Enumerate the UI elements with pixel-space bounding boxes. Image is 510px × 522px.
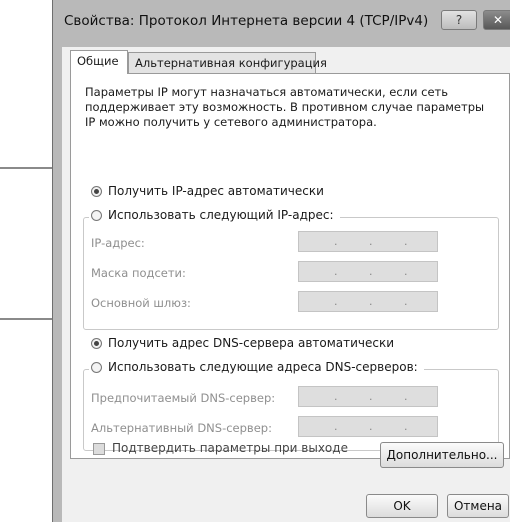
dns-manual-radio[interactable] xyxy=(91,361,102,373)
dialog-body: Общие Альтернативная конфигурация Параме… xyxy=(62,47,510,522)
ip-manual-label: Использовать следующий IP-адрес: xyxy=(108,208,334,222)
gateway-input[interactable]: ... xyxy=(298,291,438,312)
ok-button[interactable]: OK xyxy=(366,494,438,518)
dialog-window: Свойства: Протокол Интернета версии 4 (T… xyxy=(52,0,510,522)
validate-checkbox[interactable] xyxy=(93,443,105,455)
preferred-dns-input[interactable]: ... xyxy=(298,386,438,407)
window-title: Свойства: Протокол Интернета версии 4 (T… xyxy=(64,13,429,29)
dns-auto-option[interactable]: Получить адрес DNS-сервера автоматически xyxy=(91,336,394,350)
ip-auto-option[interactable]: Получить IP-адрес автоматически xyxy=(91,184,324,198)
close-button[interactable]: ✕ xyxy=(483,10,510,30)
ip-address-label: IP-адрес: xyxy=(91,236,145,250)
dns-auto-label: Получить адрес DNS-сервера автоматически xyxy=(108,336,395,350)
dns-manual-group xyxy=(83,369,499,451)
help-button[interactable]: ? xyxy=(441,10,477,30)
ip-address-input[interactable]: ... xyxy=(298,231,438,252)
alternate-dns-label: Альтернативный DNS-сервер: xyxy=(91,421,272,435)
tab-page-general: Параметры IP могут назначаться автоматич… xyxy=(70,73,510,459)
gateway-label: Основной шлюз: xyxy=(91,296,191,310)
validate-label: Подтвердить параметры при выходе xyxy=(112,441,348,455)
ip-auto-label: Получить IP-адрес автоматически xyxy=(108,184,324,198)
advanced-button[interactable]: Дополнительно... xyxy=(380,442,504,468)
cancel-button[interactable]: Отмена xyxy=(447,494,509,518)
alternate-dns-input[interactable]: ... xyxy=(298,416,438,437)
dns-manual-option[interactable]: Использовать следующие адреса DNS-сервер… xyxy=(89,360,424,374)
dns-manual-label: Использовать следующие адреса DNS-сервер… xyxy=(108,360,418,374)
subnet-mask-label: Маска подсети: xyxy=(91,266,186,280)
preferred-dns-label: Предпочитаемый DNS-сервер: xyxy=(91,391,276,405)
ip-manual-radio[interactable] xyxy=(91,209,102,221)
dns-auto-radio[interactable] xyxy=(91,337,102,349)
tab-general[interactable]: Общие xyxy=(70,50,128,74)
title-bar[interactable]: Свойства: Протокол Интернета версии 4 (T… xyxy=(53,0,510,44)
close-icon: ✕ xyxy=(492,13,504,27)
description-text: Параметры IP могут назначаться автоматич… xyxy=(85,85,485,129)
ip-manual-option[interactable]: Использовать следующий IP-адрес: xyxy=(89,208,340,222)
tab-alternate-config[interactable]: Альтернативная конфигурация xyxy=(128,52,327,73)
subnet-mask-input[interactable]: ... xyxy=(298,261,438,282)
ip-auto-radio[interactable] xyxy=(91,185,102,197)
help-icon: ? xyxy=(455,13,463,27)
